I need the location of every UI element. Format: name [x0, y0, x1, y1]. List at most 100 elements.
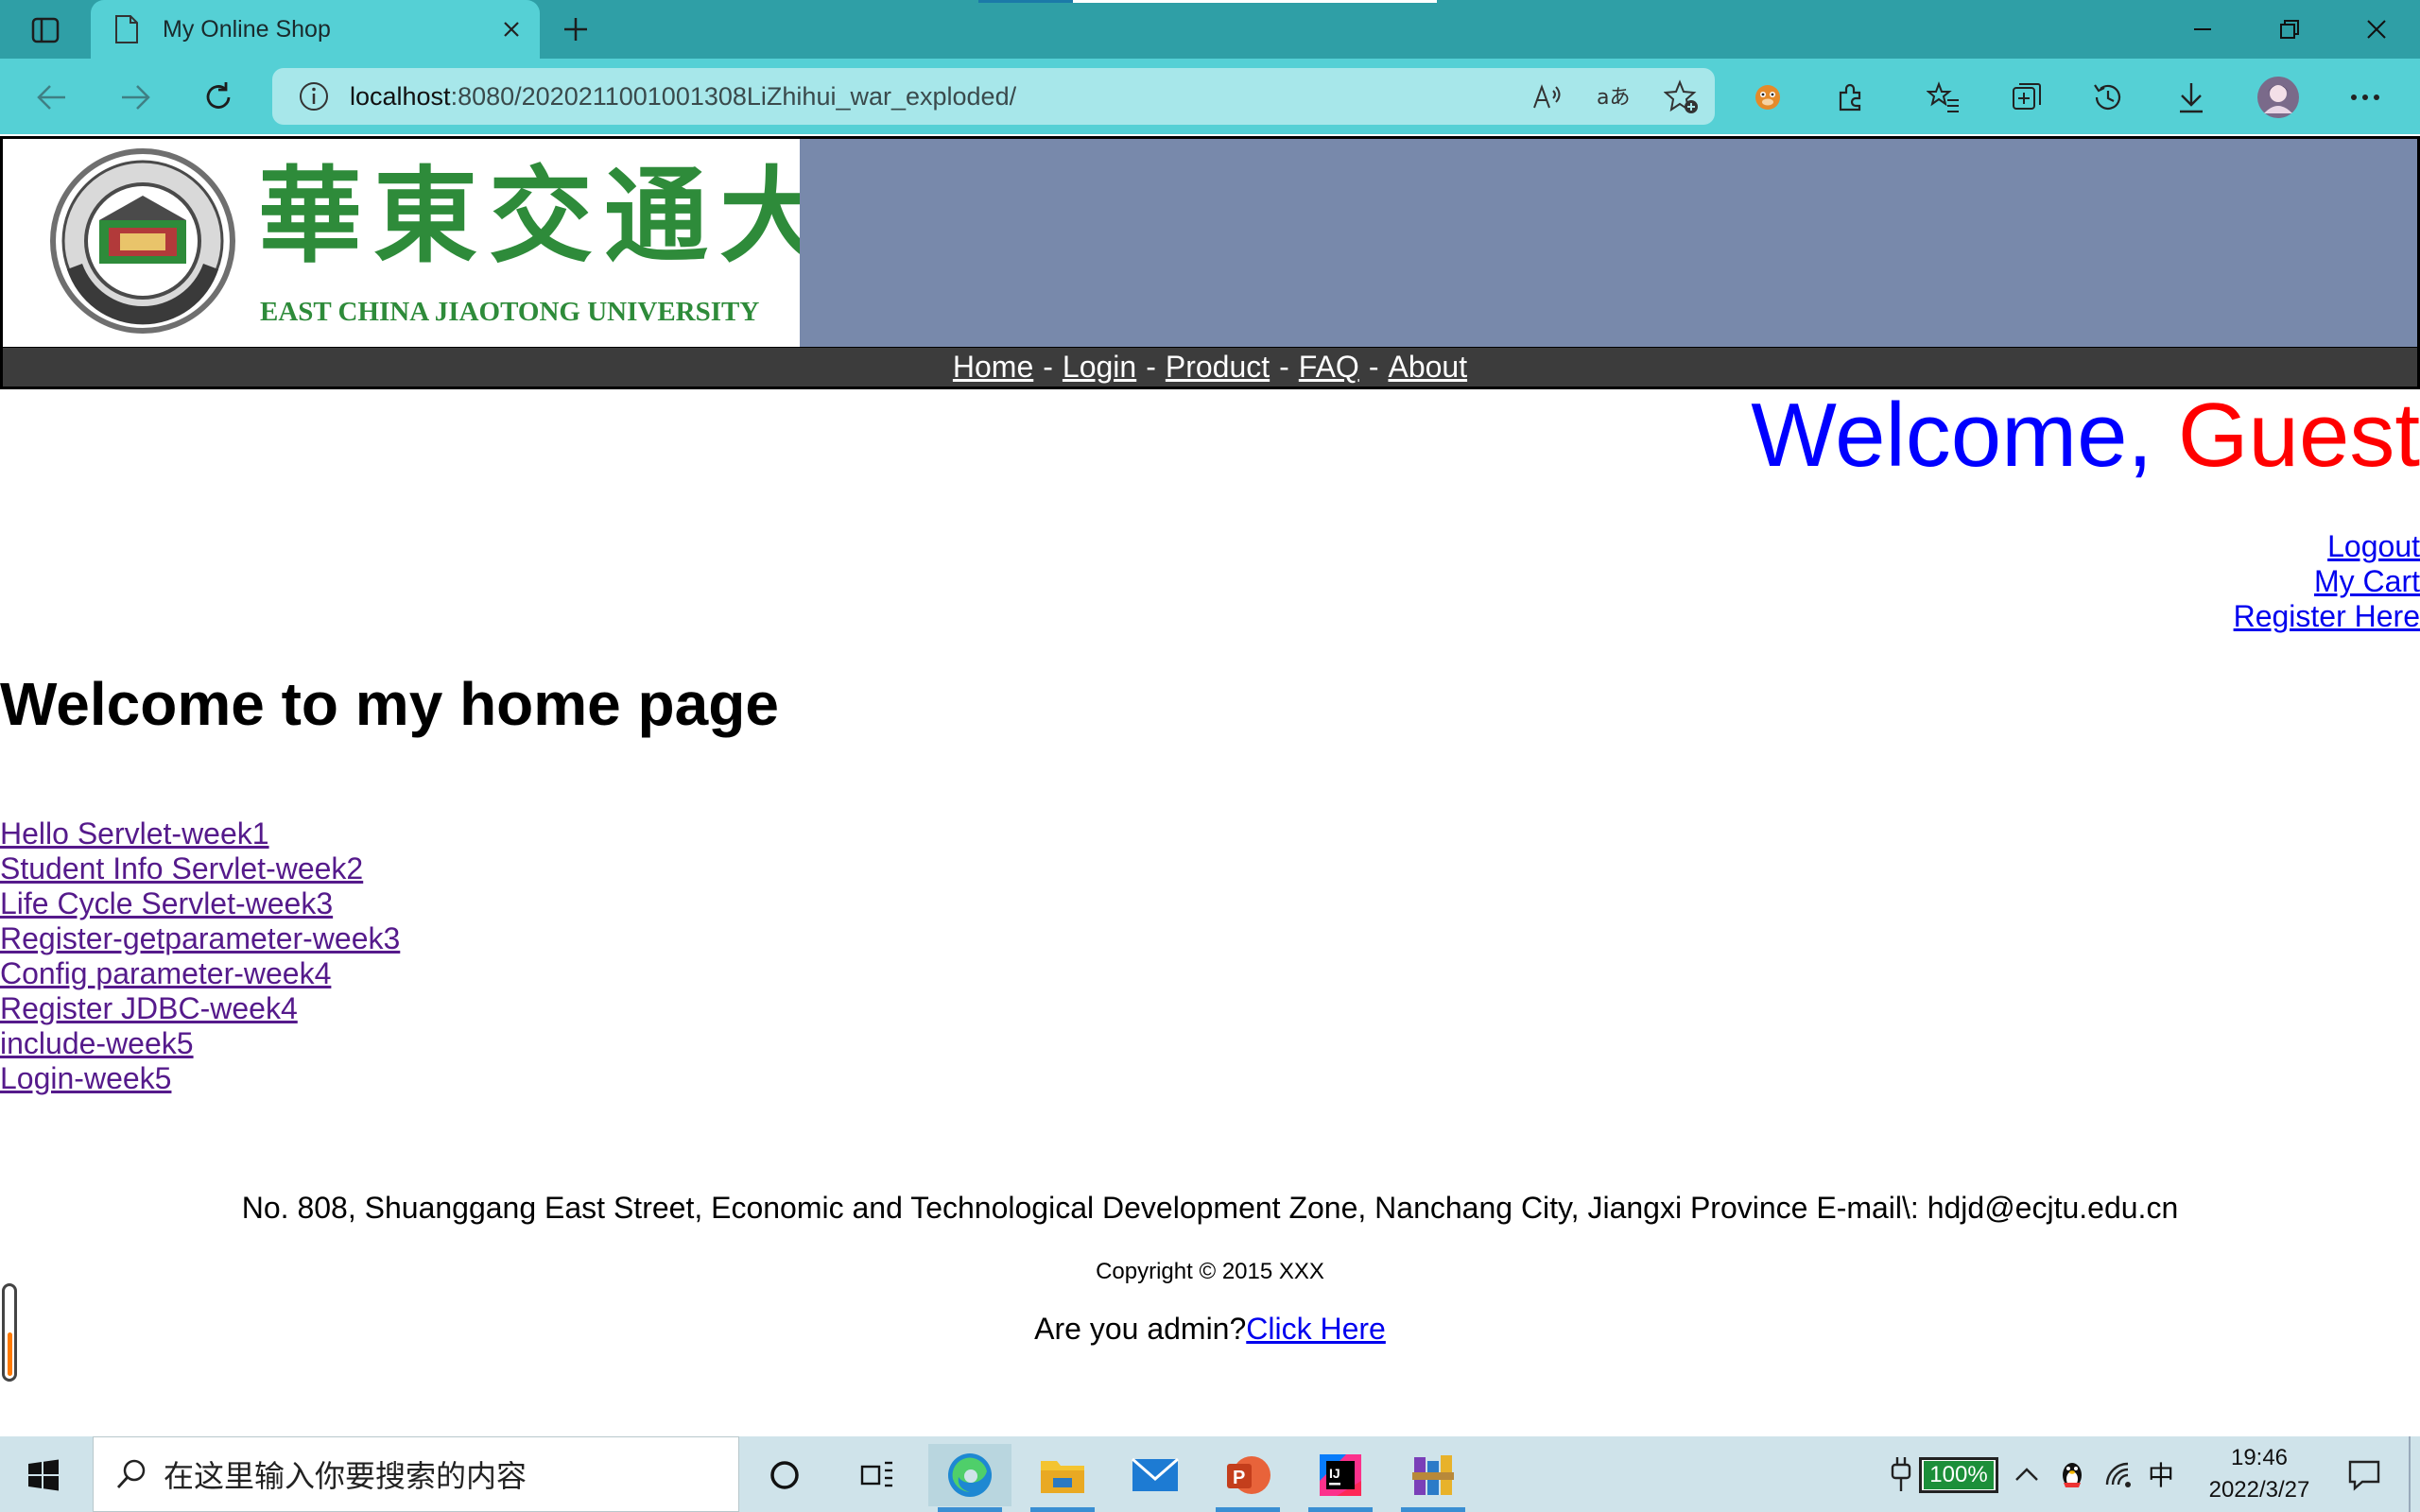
start-button[interactable] — [17, 1452, 70, 1499]
notification-icon — [2348, 1460, 2380, 1491]
taskbar-mail[interactable] — [1114, 1444, 1197, 1506]
extensions-icon[interactable] — [1828, 76, 1874, 119]
site-info-icon[interactable] — [295, 77, 333, 115]
footer-address: No. 808, Shuanggang East Street, Economi… — [241, 1191, 2179, 1225]
task-view-icon — [860, 1461, 892, 1487]
browser-titlebar: My Online Shop — [0, 0, 2420, 59]
floating-scroll-widget[interactable] — [2, 1283, 17, 1382]
nav-product[interactable]: Product — [1166, 350, 1270, 385]
tampermonkey-extension-icon[interactable] — [1745, 76, 1790, 119]
qq-penguin-icon[interactable] — [2053, 1436, 2091, 1512]
link-register-getparameter[interactable]: Register-getparameter-week3 — [0, 921, 400, 956]
cortana-icon — [770, 1461, 799, 1489]
footer-admin: Are you admin?Click Here — [0, 1312, 2420, 1347]
url-path: :8080/2020211001001308LiZhihui_war_explo… — [450, 81, 1017, 111]
minimize-button[interactable] — [2165, 8, 2240, 51]
taskbar-intellij[interactable]: IJ — [1299, 1444, 1382, 1512]
link-include[interactable]: include-week5 — [0, 1026, 400, 1061]
taskbar-clock[interactable]: 19:46 2022/3/27 — [2184, 1442, 2335, 1506]
nav-about[interactable]: About — [1388, 350, 1467, 385]
notification-center-button[interactable] — [2337, 1448, 2392, 1503]
link-login[interactable]: Login-week5 — [0, 1061, 400, 1096]
profile-avatar[interactable] — [2256, 76, 2301, 119]
minimize-icon — [2194, 28, 2211, 30]
taskbar-search[interactable]: 在这里输入你要搜索的内容 — [93, 1436, 739, 1512]
taskbar-edge[interactable] — [928, 1444, 1011, 1512]
link-student-info[interactable]: Student Info Servlet-week2 — [0, 851, 400, 886]
power-plug-icon[interactable] — [1885, 1436, 1917, 1512]
favorites-icon[interactable] — [1921, 76, 1966, 119]
assignment-links-list: Hello Servlet-week1 Student Info Servlet… — [0, 816, 400, 1096]
archive-icon — [1412, 1455, 1454, 1495]
nav-separator: - — [1368, 350, 1379, 384]
wifi-icon[interactable] — [2099, 1436, 2140, 1512]
nav-separator: - — [1043, 350, 1053, 384]
active-indicator — [938, 1507, 1002, 1512]
admin-click-here-link[interactable]: Click Here — [1246, 1312, 1386, 1346]
nav-login[interactable]: Login — [1063, 350, 1136, 385]
show-hidden-icons-chevron-icon[interactable] — [2008, 1436, 2046, 1512]
battery-indicator[interactable]: 100% — [1919, 1457, 1998, 1493]
collections-icon[interactable] — [2004, 76, 2049, 119]
tab-title: My Online Shop — [163, 15, 331, 43]
user-links: Logout My Cart Register Here — [2234, 529, 2420, 634]
address-bar[interactable]: localhost:8080/2020211001001308LiZhihui_… — [272, 68, 1715, 125]
history-icon[interactable] — [2085, 76, 2131, 119]
battery-percentage: 100% — [1924, 1461, 1994, 1489]
web-page: 華東交通大學 EAST CHINA JIAOTONG UNIVERSITY Ho… — [0, 134, 2420, 1436]
browser-tab-active[interactable]: My Online Shop — [91, 0, 540, 59]
task-view-button[interactable] — [836, 1444, 919, 1506]
translate-icon[interactable]: aあ — [1591, 76, 1634, 119]
scroll-widget-fill — [8, 1332, 12, 1376]
url-text[interactable]: localhost:8080/2020211001001308LiZhihui_… — [350, 82, 1016, 112]
link-register-jdbc[interactable]: Register JDBC-week4 — [0, 991, 400, 1026]
url-host: localhost — [350, 81, 451, 111]
browser-toolbar: localhost:8080/2020211001001308LiZhihui_… — [0, 59, 2420, 172]
link-life-cycle[interactable]: Life Cycle Servlet-week3 — [0, 886, 400, 921]
nav-separator: - — [1279, 350, 1289, 384]
new-tab-button[interactable] — [553, 10, 598, 48]
svg-text:aあ: aあ — [1597, 86, 1630, 110]
logo-chinese-text: 華東交通大學 — [258, 155, 800, 277]
mail-icon — [1132, 1457, 1179, 1491]
footer-copyright: Copyright © 2015 XXX — [1096, 1259, 1324, 1284]
ecjtu-logo-image: 華東交通大學 EAST CHINA JIAOTONG UNIVERSITY — [50, 148, 939, 334]
restore-icon — [2280, 20, 2299, 39]
link-config-parameter[interactable]: Config parameter-week4 — [0, 956, 400, 991]
input-method-indicator[interactable]: 中 — [2144, 1436, 2178, 1512]
logout-link[interactable]: Logout — [2234, 529, 2420, 564]
refresh-icon — [206, 82, 231, 109]
search-icon — [112, 1455, 150, 1493]
cortana-button[interactable] — [743, 1444, 826, 1506]
nav-separator: - — [1146, 350, 1156, 384]
running-indicator — [1401, 1507, 1465, 1512]
add-favorite-icon[interactable] — [1660, 76, 1703, 119]
clock-date: 2022/3/27 — [2208, 1477, 2310, 1503]
close-tab-button[interactable] — [493, 10, 530, 48]
taskbar-powerpoint[interactable]: P — [1206, 1444, 1289, 1512]
register-link[interactable]: Register Here — [2234, 599, 2420, 634]
close-window-button[interactable] — [2339, 8, 2414, 51]
nav-faq[interactable]: FAQ — [1299, 350, 1359, 385]
settings-more-icon[interactable] — [2342, 76, 2388, 119]
read-aloud-icon[interactable] — [1525, 76, 1568, 119]
back-button[interactable] — [28, 76, 76, 119]
search-placeholder: 在这里输入你要搜索的内容 — [164, 1458, 527, 1494]
welcome-banner: Welcome, Guest — [1751, 384, 2420, 488]
logo-english-text: EAST CHINA JIAOTONG UNIVERSITY — [260, 297, 759, 327]
link-hello-servlet[interactable]: Hello Servlet-week1 — [0, 816, 400, 851]
refresh-button[interactable] — [195, 76, 242, 119]
forward-button[interactable] — [112, 76, 159, 119]
my-cart-link[interactable]: My Cart — [2234, 564, 2420, 599]
nav-home[interactable]: Home — [953, 350, 1033, 385]
clock-time: 19:46 — [2230, 1445, 2289, 1470]
taskbar-file-explorer[interactable] — [1021, 1444, 1104, 1512]
tab-actions-button[interactable] — [21, 13, 70, 47]
page-title: Welcome to my home page — [0, 670, 779, 738]
downloads-icon[interactable] — [2169, 76, 2214, 119]
restore-button[interactable] — [2252, 8, 2327, 51]
show-desktop-button[interactable] — [2409, 1436, 2411, 1512]
folder-icon — [1041, 1461, 1084, 1493]
taskbar-winrar[interactable] — [1392, 1444, 1475, 1512]
loading-progress-start — [978, 0, 1073, 3]
